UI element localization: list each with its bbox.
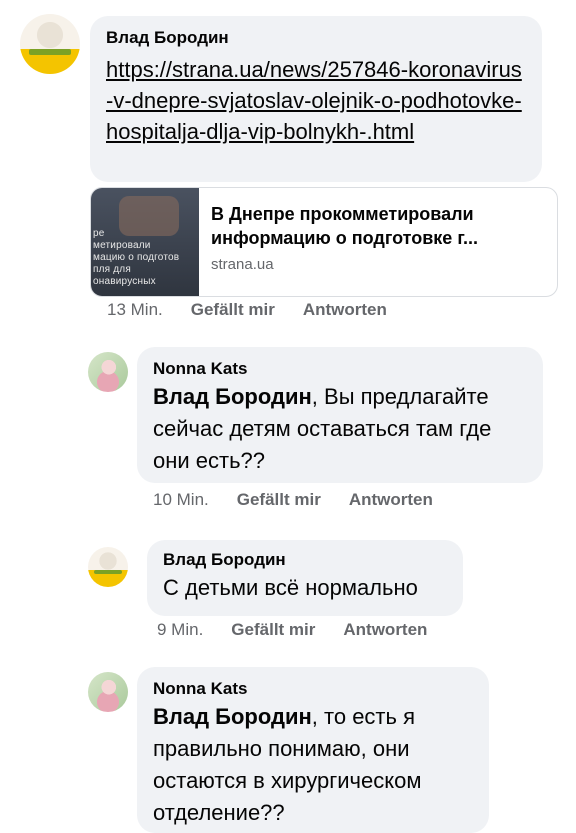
thumbnail-text: ре метировали мацию о подготов пля для о…	[93, 228, 180, 287]
comment-author[interactable]: Nonna Kats	[153, 359, 527, 379]
comment-text: С детьми всё нормально	[163, 575, 418, 600]
avatar[interactable]	[20, 14, 80, 74]
link-preview-card[interactable]: ре метировали мацию о подготов пля для о…	[90, 187, 558, 297]
link-preview-domain: strana.ua	[211, 256, 274, 273]
comment-bubble: Nonna Kats Влад Бородин, Вы предлагайте …	[137, 347, 543, 483]
like-button[interactable]: Gefällt mir	[191, 300, 275, 320]
comment-text: Влад Бородин, Вы предлагайте сейчас детя…	[153, 384, 492, 473]
comment-actions: 13 Min. Gefällt mir Antworten	[107, 300, 387, 320]
avatar[interactable]	[88, 547, 128, 587]
comment-author[interactable]: Влад Бородин	[163, 550, 447, 570]
comment-actions: 10 Min. Gefällt mir Antworten	[153, 490, 433, 510]
like-button[interactable]: Gefällt mir	[231, 620, 315, 640]
shared-link[interactable]: https://strana.ua/news/257846-koronaviru…	[106, 54, 526, 147]
comment-time[interactable]: 9 Min.	[157, 620, 203, 640]
mention-link[interactable]: Влад Бородин	[153, 384, 312, 409]
avatar[interactable]	[88, 352, 128, 392]
comment-bubble: Влад Бородин https://strana.ua/news/2578…	[90, 16, 542, 182]
comment-bubble: Nonna Kats Влад Бородин, то есть я прави…	[137, 667, 489, 833]
link-preview-thumbnail: ре метировали мацию о подготов пля для о…	[91, 188, 199, 296]
reply-button[interactable]: Antworten	[349, 490, 433, 510]
reply-button[interactable]: Antworten	[343, 620, 427, 640]
comment-actions: 9 Min. Gefällt mir Antworten	[157, 620, 427, 640]
like-button[interactable]: Gefällt mir	[237, 490, 321, 510]
comment-bubble: Влад Бородин С детьми всё нормально	[147, 540, 463, 616]
comment-text: Влад Бородин, то есть я правильно понима…	[153, 704, 422, 825]
mention-link[interactable]: Влад Бородин	[153, 704, 312, 729]
avatar[interactable]	[88, 672, 128, 712]
comment-time[interactable]: 10 Min.	[153, 490, 209, 510]
comment-author[interactable]: Влад Бородин	[106, 28, 526, 48]
comment-time[interactable]: 13 Min.	[107, 300, 163, 320]
comment-author[interactable]: Nonna Kats	[153, 679, 473, 699]
reply-button[interactable]: Antworten	[303, 300, 387, 320]
link-preview-title: В Днепре прокомметировали информацию о п…	[211, 204, 479, 248]
